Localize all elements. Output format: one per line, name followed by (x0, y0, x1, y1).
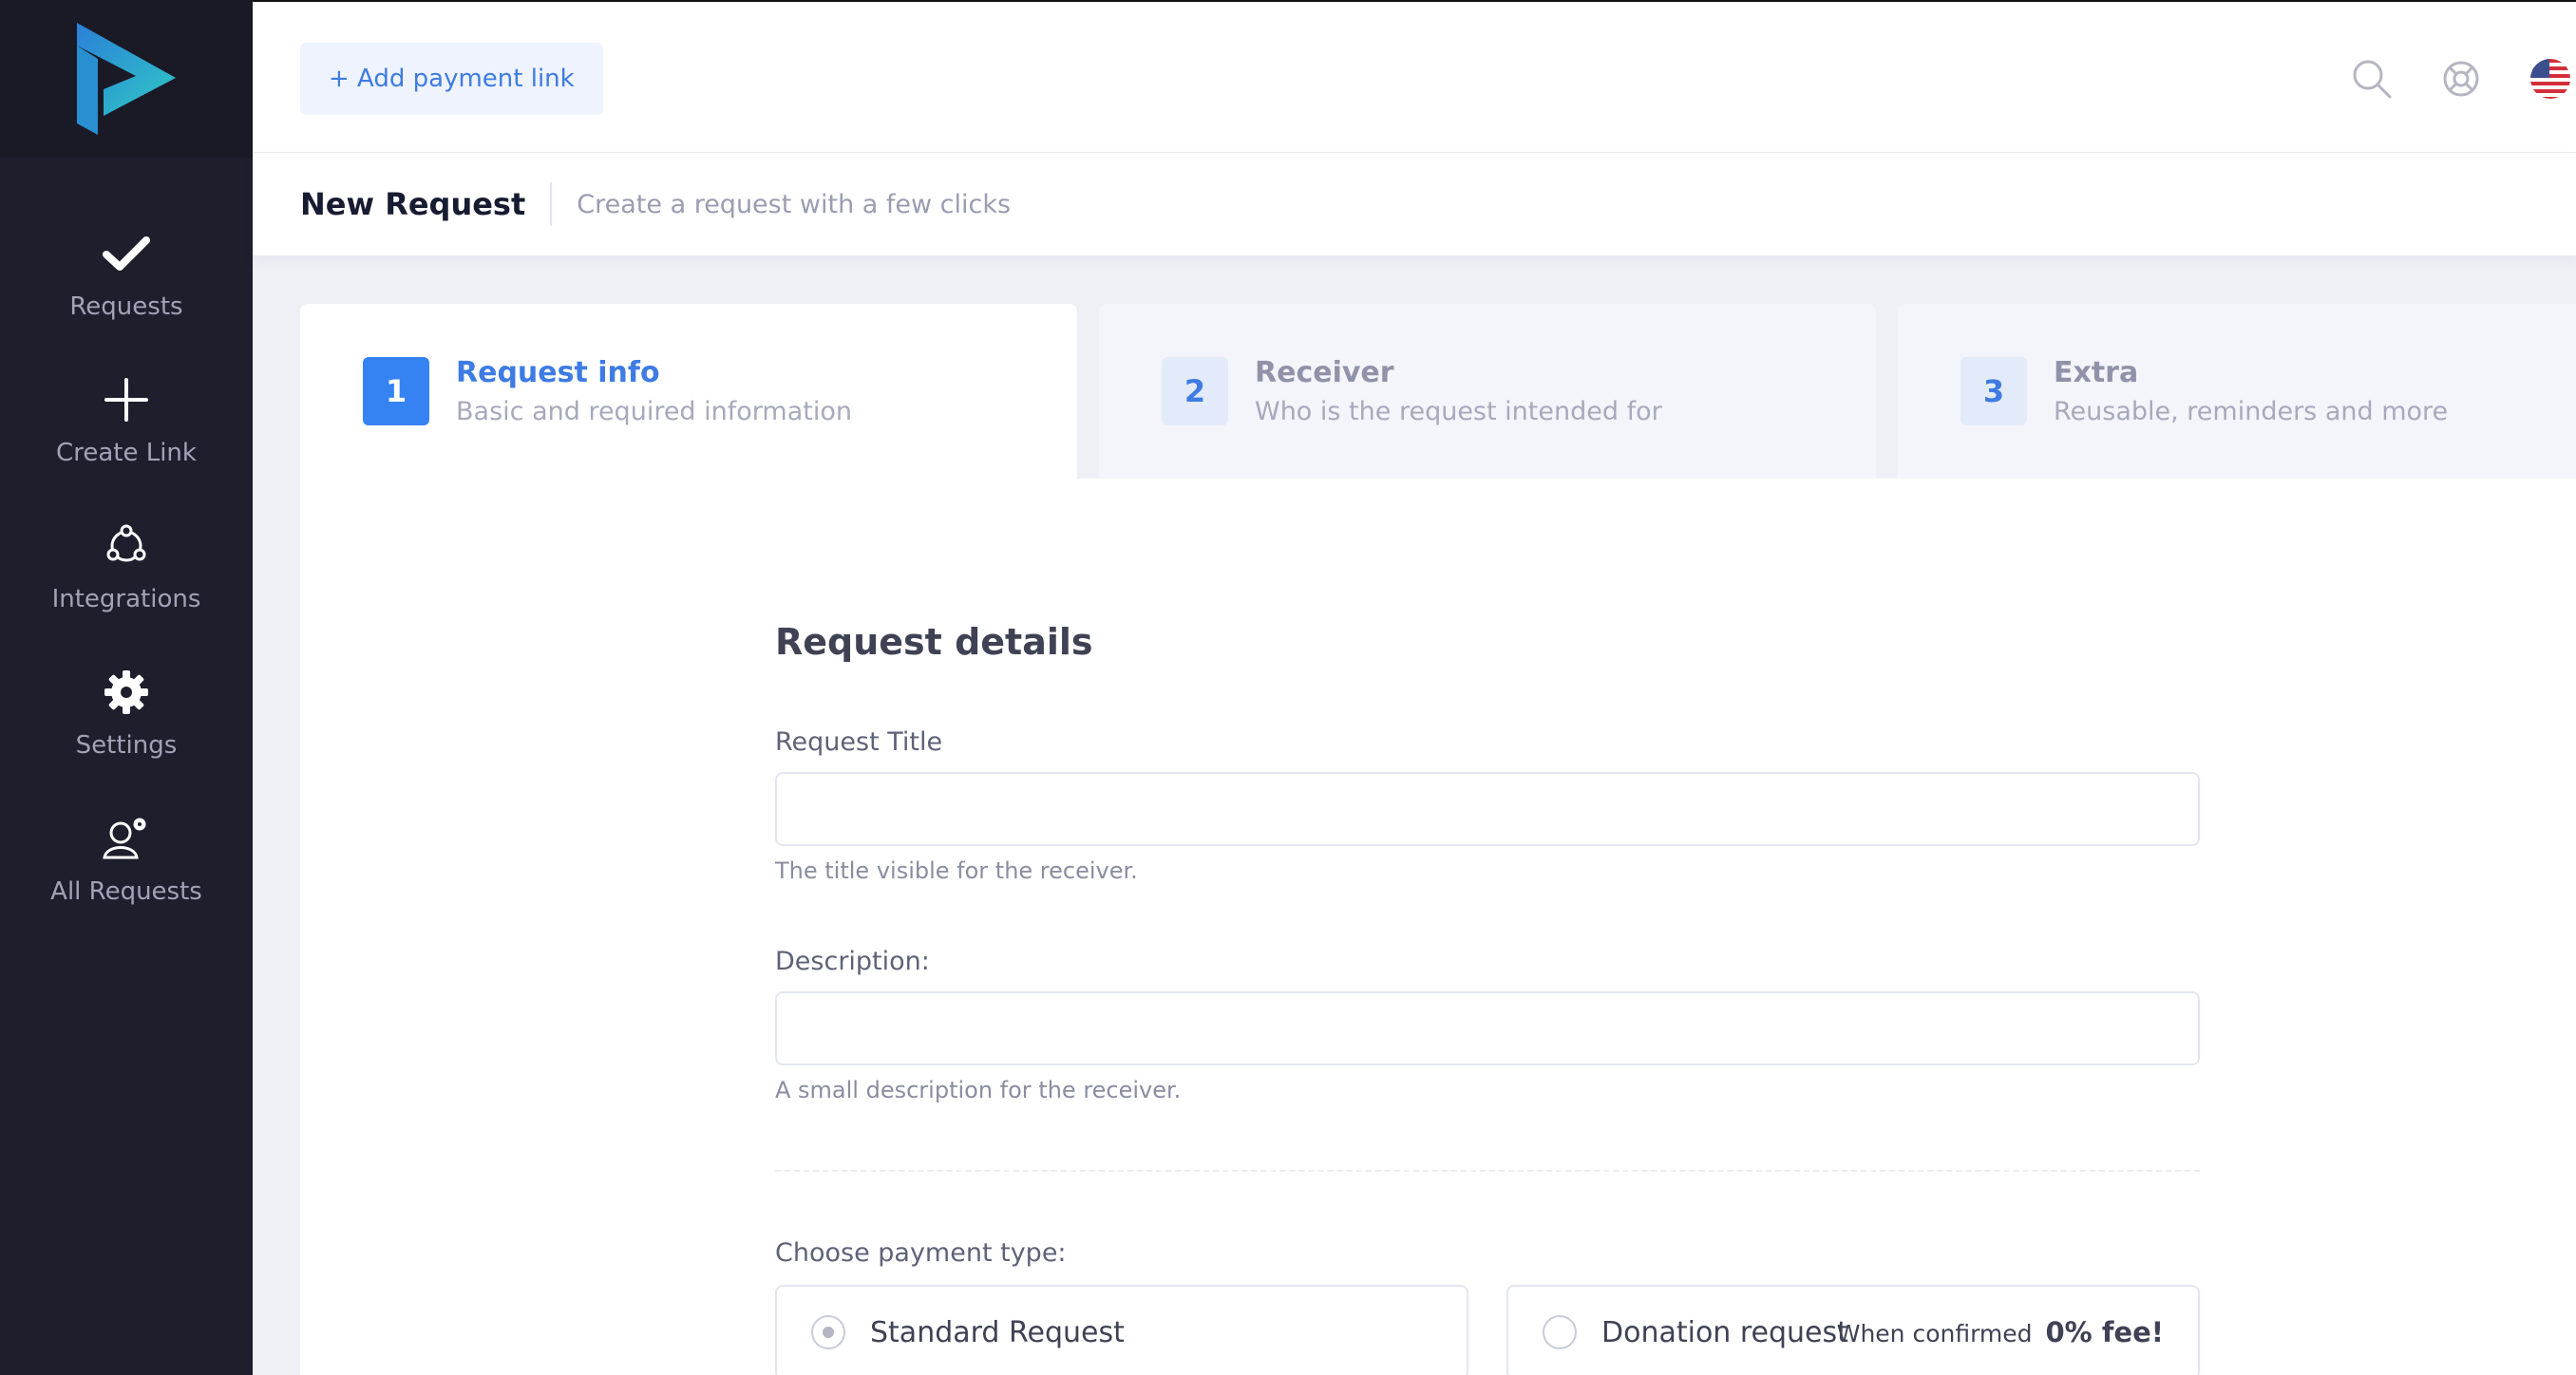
wizard-step-request-info[interactable]: 1 Request info Basic and required inform… (300, 304, 1077, 479)
payment-option-donation[interactable]: Donation request When confirmed 0% fee! (1506, 1285, 2200, 1375)
page-title: New Request (300, 182, 553, 226)
radio-standard[interactable] (811, 1315, 845, 1349)
sidebar-item-label: Integrations (51, 585, 201, 613)
payment-option-standard[interactable]: Standard Request (775, 1285, 1468, 1375)
us-flag-icon[interactable] (2529, 57, 2572, 101)
request-title-input[interactable] (775, 772, 2200, 846)
step-subtitle: Who is the request intended for (1255, 397, 1662, 426)
sidebar-item-label: Requests (69, 292, 183, 321)
sidebar-item-label: Settings (75, 731, 178, 760)
fee-note-prefix: When confirmed (1836, 1320, 2033, 1347)
step-subtitle: Reusable, reminders and more (2054, 397, 2449, 426)
step-number: 3 (1960, 357, 2027, 425)
sidebar-menu: Requests Create Link Integrations Settin… (0, 158, 253, 959)
network-icon (101, 520, 152, 572)
sidebar-item-integrations[interactable]: Integrations (0, 520, 253, 667)
request-title-label: Request Title (775, 727, 943, 757)
fee-note-strong: 0% fee! (2045, 1316, 2164, 1348)
description-label: Description: (775, 947, 930, 976)
sidebar-item-all-requests[interactable]: All Requests (0, 813, 253, 959)
step-title: Request info (456, 356, 660, 389)
add-payment-link-button[interactable]: + Add payment link (300, 43, 603, 115)
step-title: Receiver (1255, 356, 1394, 389)
sidebar-item-requests[interactable]: Requests (0, 228, 253, 374)
sidebar-item-label: All Requests (50, 877, 202, 906)
section-title: Request details (775, 621, 1093, 663)
fee-note: When confirmed 0% fee! (1837, 1316, 2164, 1348)
search-icon[interactable] (2350, 57, 2394, 101)
help-lifebuoy-icon[interactable] (2439, 57, 2483, 101)
page-description: Create a request with a few clicks (577, 189, 1012, 219)
step-number: 2 (1162, 357, 1228, 425)
brand-logo-icon[interactable] (69, 17, 183, 141)
payment-type-options: Standard Request Donation request When c… (775, 1285, 2200, 1375)
wizard-step-extra[interactable]: 3 Extra Reusable, reminders and more (1898, 304, 2576, 479)
payment-option-label: Donation request (1601, 1315, 1848, 1349)
form-card: Request details Request Title The title … (300, 479, 2576, 1375)
sidebar-item-settings[interactable]: Settings (0, 667, 253, 813)
payment-option-label: Standard Request (870, 1315, 1125, 1349)
form-separator (775, 1170, 2200, 1172)
wizard-step-receiver[interactable]: 2 Receiver Who is the request intended f… (1099, 304, 1876, 479)
request-form: Request details Request Title The title … (775, 621, 2200, 1375)
brand[interactable] (0, 0, 253, 158)
description-help: A small description for the receiver. (775, 1077, 1182, 1103)
description-input[interactable] (775, 991, 2200, 1065)
check-icon (101, 228, 152, 279)
payment-type-group: Choose payment type: Standard Request Do… (775, 1238, 2200, 1375)
description-group: Description: A small description for the… (775, 947, 2200, 1103)
sidebar-item-create-link[interactable]: Create Link (0, 374, 253, 520)
step-number: 1 (363, 357, 429, 425)
user-settings-icon (101, 813, 152, 864)
step-subtitle: Basic and required information (456, 397, 852, 426)
subheader: New Request Create a request with a few … (253, 153, 2576, 255)
gear-icon (101, 667, 152, 718)
request-title-help: The title visible for the receiver. (775, 857, 1138, 884)
radio-selected-dot (823, 1327, 834, 1338)
sidebar-item-label: Create Link (56, 439, 197, 467)
request-title-group: Request Title The title visible for the … (775, 727, 2200, 884)
wizard-steps: 1 Request info Basic and required inform… (300, 304, 2576, 479)
top-header: + Add payment link (253, 0, 2576, 153)
payment-type-label: Choose payment type: (775, 1238, 1067, 1268)
plus-icon (101, 374, 152, 425)
sidebar: Requests Create Link Integrations Settin… (0, 0, 253, 1375)
step-title: Extra (2054, 356, 2139, 389)
radio-donation[interactable] (1543, 1315, 1577, 1349)
